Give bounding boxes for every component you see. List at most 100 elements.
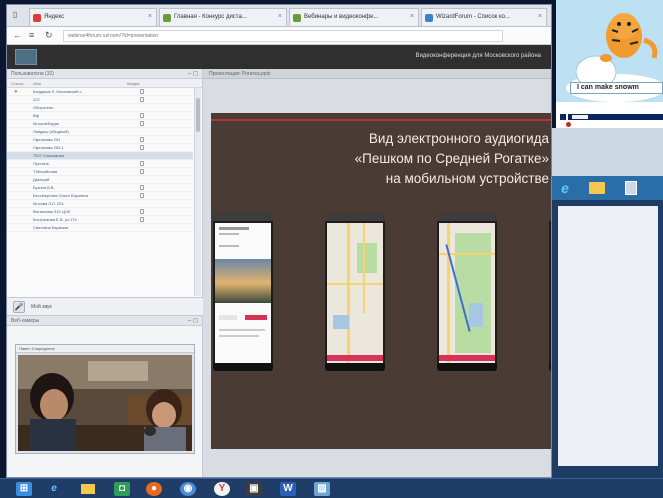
back-icon[interactable]: ← <box>13 30 22 40</box>
camera-window[interactable]: Павел Спиридонов <box>15 344 195 454</box>
folder-icon[interactable] <box>588 179 606 197</box>
internet-explorer-icon[interactable]: e <box>46 482 62 496</box>
participant-row[interactable]: Гарнанова 200-1 <box>7 144 193 152</box>
computer-icon[interactable] <box>622 179 640 197</box>
microphone-button[interactable]: 🎤 <box>13 301 25 313</box>
tab-wizardforum[interactable]: WizardForum - Список ко... × <box>421 8 547 26</box>
background-window <box>552 128 663 176</box>
participant-name: Т.Михайлова <box>33 169 57 174</box>
media-status-icon <box>140 97 144 102</box>
participants-columns: Статус Имя Медиа <box>7 79 202 88</box>
column-status[interactable]: Статус <box>11 81 24 86</box>
app-logo <box>15 49 37 65</box>
participant-row[interactable]: Оборотень <box>7 104 193 112</box>
participants-title: Пользователи (32) <box>11 71 54 77</box>
participant-row[interactable]: Гарнанова 204 <box>7 136 193 144</box>
participant-name: Гарнанова 204 <box>33 137 61 142</box>
phone-screenshot <box>213 213 273 371</box>
webcams-panel: Веб-камеры – ◻ Павел Спиридонов <box>7 315 203 477</box>
participant-row[interactable]: Вф <box>7 112 193 120</box>
minimize-icon[interactable]: – ◻ <box>188 317 198 324</box>
participant-name: Кострюкова Е.В. ул.174 <box>33 217 77 222</box>
desktop: ▯ Яндекс × Главная - Конкурс диста... × … <box>0 0 663 498</box>
cartoon-caption: I can make snowm <box>570 82 663 94</box>
participant-row[interactable]: Пустынь <box>7 160 193 168</box>
participant-row[interactable]: Светлана Кармина <box>7 224 193 232</box>
close-icon[interactable]: × <box>148 13 152 20</box>
internet-explorer-icon[interactable]: e <box>556 179 574 197</box>
column-name[interactable]: Имя <box>33 81 41 86</box>
conference-title: Видеоконференция для Московского района <box>415 53 541 59</box>
firefox-icon[interactable]: ● <box>146 482 162 496</box>
presentation-header: Презентация: Рогатка.pptx <box>203 69 551 79</box>
participant-row[interactable]: Дмитрий <box>7 176 193 184</box>
participant-name: 7507 Спасимова <box>33 153 64 158</box>
media-status-icon <box>140 145 144 150</box>
participant-row[interactable]: Т.Михайлова <box>7 168 193 176</box>
media-player-controls <box>556 102 663 128</box>
participant-row[interactable]: Витальева 319 ЦОК <box>7 208 193 216</box>
start-windows-icon[interactable]: ⊞ <box>16 482 32 496</box>
media-status-icon <box>140 193 144 198</box>
presentation-panel: Презентация: Рогатка.pptx Вид электронно… <box>203 69 551 477</box>
word-icon[interactable]: W <box>280 482 296 496</box>
participants-list: ● Кондаков Л. Московский с. 222 Оборотень Вф… <box>7 88 193 296</box>
scroll-thumb[interactable] <box>196 98 200 132</box>
participant-name: Кондаков Л. Московский с. <box>33 89 83 94</box>
minimize-icon[interactable]: – ◻ <box>188 70 198 77</box>
participant-name: Пустынь <box>33 161 49 166</box>
store-icon[interactable]: ◘ <box>114 482 130 496</box>
tab-yandex[interactable]: Яндекс × <box>29 8 157 26</box>
media-app-icon[interactable]: ▣ <box>246 482 262 496</box>
participant-row[interactable]: ● Кондаков Л. Московский с. <box>7 88 193 96</box>
window-menu-icon[interactable]: ▯ <box>13 10 17 19</box>
chrome-icon[interactable]: ◉ <box>180 482 196 496</box>
media-status-icon <box>140 161 144 166</box>
media-status-icon <box>140 121 144 126</box>
pause-icon[interactable] <box>560 114 566 120</box>
participant-name: Оборотень <box>33 105 54 110</box>
address-bar: ← ≡ ↻ webinar4forum.ru/room/?id=presenta… <box>7 27 551 45</box>
yandex-browser-icon[interactable]: Y <box>214 482 230 496</box>
url-input[interactable]: webinar4forum.ru/room/?id=presentation <box>63 30 503 42</box>
close-icon[interactable]: × <box>410 13 414 20</box>
site-favicon-icon <box>163 14 171 22</box>
app-header: Видеоконференция для Московского района <box>7 45 551 69</box>
tab-webinars[interactable]: Вебинары и видеоконфе... × <box>289 8 419 26</box>
participant-row[interactable]: МосковФорум <box>7 120 193 128</box>
participant-row[interactable]: Мосова Л.Л. 204 <box>7 200 193 208</box>
media-status-icon <box>140 209 144 214</box>
site-favicon-icon <box>293 14 301 22</box>
participant-row[interactable]: Бессмертная Ольга Юрьевна <box>7 192 193 200</box>
slide-title-line: Вид электронного аудиогида <box>368 131 549 146</box>
tab-label: WizardForum - Список ко... <box>436 14 510 20</box>
column-media[interactable]: Медиа <box>127 81 139 86</box>
slide-title-line: на мобильном устройстве <box>385 171 549 186</box>
tab-bar: ▯ Яндекс × Главная - Конкурс диста... × … <box>7 5 551 27</box>
participants-scrollbar[interactable] <box>194 88 201 296</box>
participant-row[interactable]: 222 <box>7 96 193 104</box>
participant-row[interactable]: Кострюкова Е.В. ул.174 <box>7 216 193 224</box>
tab-label: Вебинары и видеоконфе... <box>304 14 379 20</box>
participant-name: Мосова Л.Л. 204 <box>33 201 64 206</box>
tab-konkurs[interactable]: Главная - Конкурс диста... × <box>159 8 287 26</box>
phone-screenshot <box>325 213 385 371</box>
phone-screenshot <box>437 213 497 371</box>
close-icon[interactable]: × <box>538 13 542 20</box>
participant-row[interactable]: Бузина В.В. <box>7 184 193 192</box>
document-page <box>558 206 658 466</box>
media-status-icon <box>140 137 144 142</box>
participant-row[interactable]: 7507 Спасимова <box>7 152 193 160</box>
participants-header: Пользователи (32) – ◻ <box>7 69 202 79</box>
refresh-icon[interactable]: ↻ <box>45 30 53 41</box>
menu-grid-icon[interactable]: ≡ <box>29 30 34 40</box>
participant-name: Гарнанова 200-1 <box>33 145 64 150</box>
media-status-icon <box>140 169 144 174</box>
close-icon[interactable]: × <box>278 13 282 20</box>
participant-name: Ландыш (обидный) <box>33 129 69 134</box>
picture-viewer-icon[interactable]: ▨ <box>314 482 330 496</box>
folder-icon[interactable] <box>80 482 96 496</box>
seek-progress[interactable] <box>572 115 588 119</box>
slide-title-line: «Пешком по Средней Рогатке» <box>354 151 549 166</box>
participant-row[interactable]: Ландыш (обидный) <box>7 128 193 136</box>
